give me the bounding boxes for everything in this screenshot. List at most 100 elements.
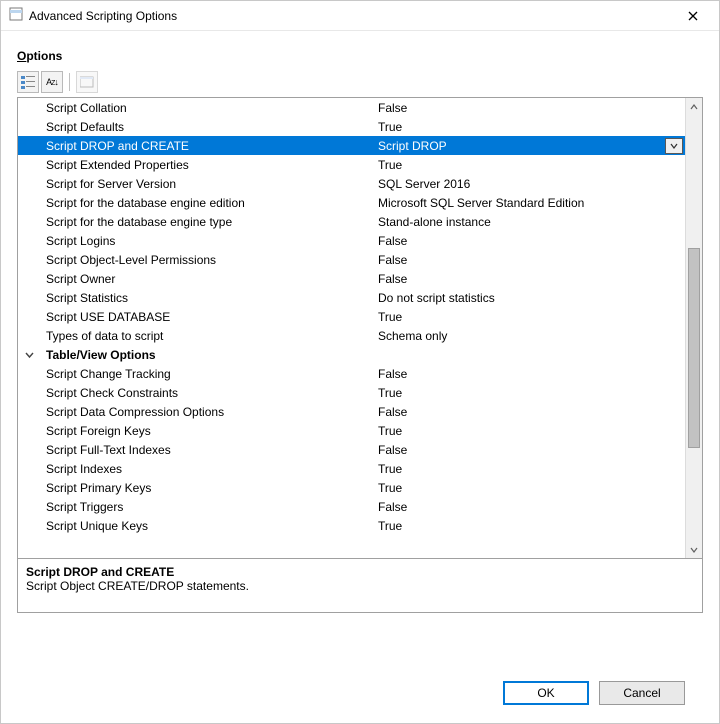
property-value-text: True — [378, 462, 402, 476]
property-value-text: False — [378, 367, 407, 381]
category-row[interactable]: Table/View Options — [18, 345, 685, 364]
property-value-text: True — [378, 310, 402, 324]
property-value[interactable]: False — [372, 367, 685, 381]
close-icon — [688, 11, 698, 21]
dialog-buttons: OK Cancel — [17, 665, 703, 723]
property-value[interactable]: True — [372, 462, 685, 476]
property-value[interactable]: True — [372, 120, 685, 134]
property-value[interactable]: False — [372, 234, 685, 248]
description-panel: Script DROP and CREATE Script Object CRE… — [17, 559, 703, 613]
app-icon — [9, 7, 23, 24]
property-name: Script Logins — [40, 234, 372, 248]
property-value-text: Script DROP — [378, 139, 447, 153]
property-value[interactable]: True — [372, 519, 685, 533]
property-value-text: True — [378, 481, 402, 495]
property-row[interactable]: Script DROP and CREATEScript DROP — [18, 136, 685, 155]
property-row[interactable]: Script for the database engine edition Mi… — [18, 193, 685, 212]
property-name: Script Triggers — [40, 500, 372, 514]
property-row[interactable]: Script Logins False — [18, 231, 685, 250]
property-value-text: False — [378, 253, 407, 267]
property-value[interactable]: Stand-alone instance — [372, 215, 685, 229]
property-value-text: SQL Server 2016 — [378, 177, 470, 191]
property-value[interactable]: True — [372, 386, 685, 400]
property-value[interactable]: Do not script statistics — [372, 291, 685, 305]
property-value[interactable]: Schema only — [372, 329, 685, 343]
property-value[interactable]: False — [372, 443, 685, 457]
property-row[interactable]: Script Extended PropertiesTrue — [18, 155, 685, 174]
property-value[interactable]: Script DROP — [372, 138, 685, 154]
property-value-text: False — [378, 101, 407, 115]
categorized-button[interactable] — [17, 71, 39, 93]
property-value[interactable]: False — [372, 500, 685, 514]
chevron-down-icon — [25, 351, 34, 360]
property-row[interactable]: Script Check ConstraintsTrue — [18, 383, 685, 402]
scroll-up-button[interactable] — [686, 98, 702, 115]
value-dropdown-button[interactable] — [665, 138, 683, 154]
property-value[interactable]: False — [372, 101, 685, 115]
property-row[interactable]: Script StatisticsDo not script statistic… — [18, 288, 685, 307]
property-value-text: False — [378, 405, 407, 419]
property-pages-icon — [80, 76, 94, 88]
property-row[interactable]: Script CollationFalse — [18, 98, 685, 117]
property-value[interactable]: False — [372, 272, 685, 286]
property-pages-button[interactable] — [76, 71, 98, 93]
property-name: Script Defaults — [40, 120, 372, 134]
close-button[interactable] — [673, 2, 713, 30]
vertical-scrollbar[interactable] — [685, 98, 702, 558]
property-value[interactable]: SQL Server 2016 — [372, 177, 685, 191]
property-row[interactable]: Script Full-Text IndexesFalse — [18, 440, 685, 459]
property-value[interactable]: Microsoft SQL Server Standard Edition — [372, 196, 685, 210]
property-value[interactable]: False — [372, 253, 685, 267]
scroll-thumb[interactable] — [688, 248, 700, 448]
property-grid: Script CollationFalse Script Defaults True… — [17, 97, 703, 559]
property-value[interactable]: True — [372, 481, 685, 495]
property-row[interactable]: Script Owner False — [18, 269, 685, 288]
titlebar[interactable]: Advanced Scripting Options — [1, 1, 719, 31]
ok-button[interactable]: OK — [503, 681, 589, 705]
alphabetical-button[interactable]: AZ↓ — [41, 71, 63, 93]
property-name: Script Owner — [40, 272, 372, 286]
property-value-text: False — [378, 500, 407, 514]
property-name: Script Full-Text Indexes — [40, 443, 372, 457]
property-value[interactable]: True — [372, 310, 685, 324]
property-row[interactable]: Script USE DATABASETrue — [18, 307, 685, 326]
property-value[interactable]: True — [372, 424, 685, 438]
property-name: Script for the database engine edition — [40, 196, 372, 210]
property-name: Script Object-Level Permissions — [40, 253, 372, 267]
scroll-down-button[interactable] — [686, 541, 702, 558]
property-row[interactable]: Types of data to script Schema only — [18, 326, 685, 345]
pg-toolbar: AZ↓ — [17, 69, 703, 97]
property-row[interactable]: Script Change TrackingFalse — [18, 364, 685, 383]
property-row[interactable]: Script for Server Version SQL Server 2016 — [18, 174, 685, 193]
property-value-text: Schema only — [378, 329, 447, 343]
property-value-text: False — [378, 234, 407, 248]
property-row[interactable]: Script Defaults True — [18, 117, 685, 136]
property-row[interactable]: Script Primary KeysTrue — [18, 478, 685, 497]
property-row[interactable]: Script for the database engine typeStand… — [18, 212, 685, 231]
property-row[interactable]: Script Unique KeysTrue — [18, 516, 685, 535]
property-value-text: False — [378, 272, 407, 286]
property-grid-rows: Script CollationFalse Script Defaults True… — [18, 98, 685, 558]
dialog-body: Options AZ↓ — [1, 31, 719, 723]
property-row[interactable]: Script Foreign KeysTrue — [18, 421, 685, 440]
property-value-text: True — [378, 120, 402, 134]
toolbar-separator — [69, 73, 70, 91]
cancel-button[interactable]: Cancel — [599, 681, 685, 705]
property-row[interactable]: Script Data Compression OptionsFalse — [18, 402, 685, 421]
property-value-text: Do not script statistics — [378, 291, 495, 305]
property-value[interactable]: True — [372, 158, 685, 172]
property-row[interactable]: Script Indexes True — [18, 459, 685, 478]
property-name: Script Indexes — [40, 462, 372, 476]
property-row[interactable]: Script Triggers False — [18, 497, 685, 516]
property-value-text: Microsoft SQL Server Standard Edition — [378, 196, 584, 210]
property-name: Script for Server Version — [40, 177, 372, 191]
options-label: Options — [17, 49, 703, 63]
options-label-rest: ptions — [26, 49, 62, 63]
property-name: Types of data to script — [40, 329, 372, 343]
description-text: Script Object CREATE/DROP statements. — [26, 579, 694, 593]
alphabetical-icon: AZ↓ — [46, 77, 58, 87]
property-name: Script Unique Keys — [40, 519, 372, 533]
row-gutter[interactable] — [18, 350, 40, 359]
property-value[interactable]: False — [372, 405, 685, 419]
property-row[interactable]: Script Object-Level Permissions False — [18, 250, 685, 269]
